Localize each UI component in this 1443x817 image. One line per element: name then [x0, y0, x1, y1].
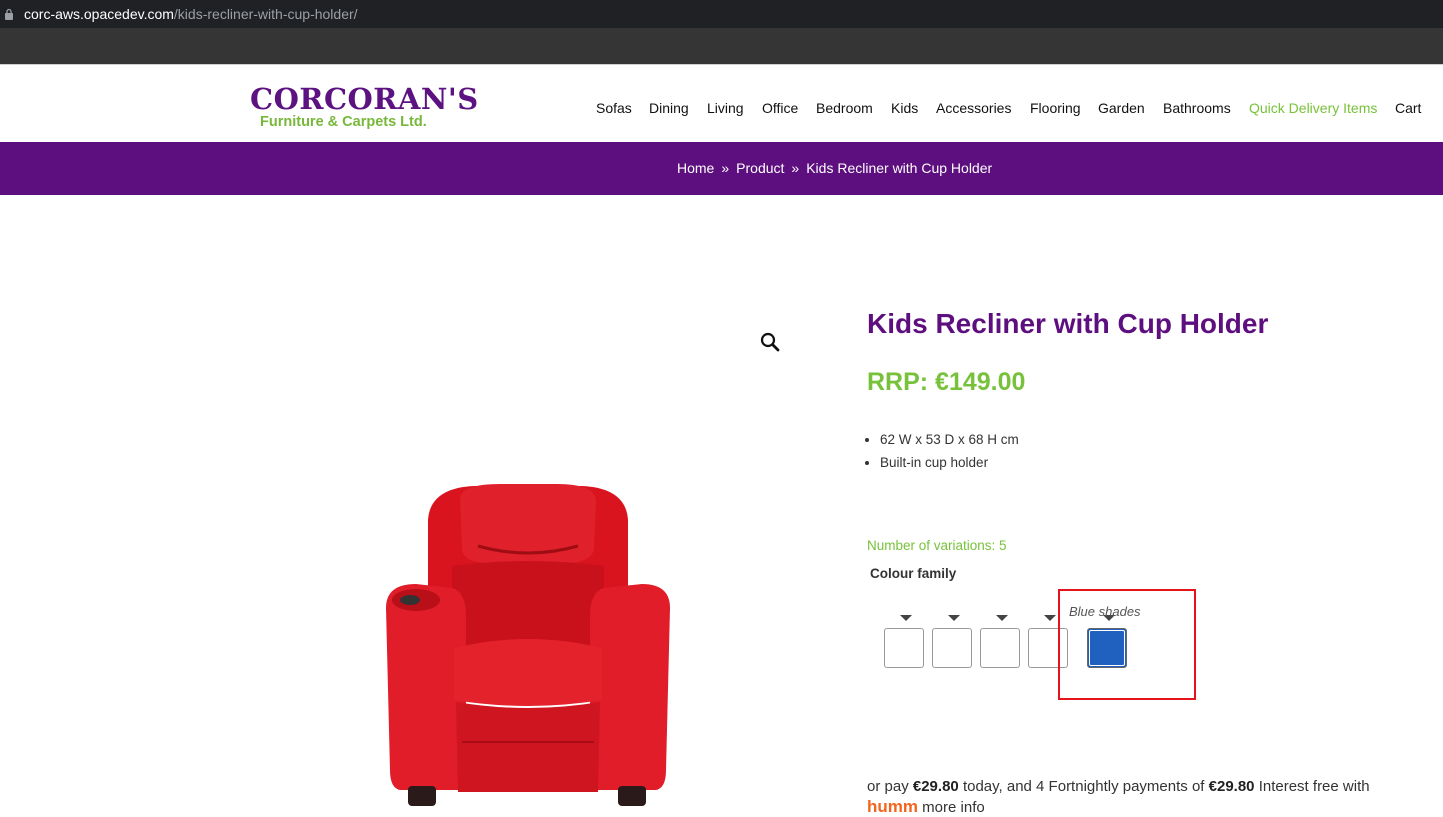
breadcrumb-home[interactable]: Home [677, 160, 714, 176]
pay-suffix: Interest free with [1258, 778, 1370, 795]
nav-garden[interactable]: Garden [1098, 100, 1145, 116]
site-header: CORCORAN'S Furniture & Carpets Ltd. Sofa… [0, 74, 1443, 143]
breadcrumb-band: Home » Product » Kids Recliner with Cup Hold… [0, 142, 1443, 195]
colour-swatch[interactable] [884, 613, 926, 671]
nav-kids[interactable]: Kids [891, 100, 918, 116]
breadcrumb-current: Kids Recliner with Cup Holder [806, 160, 993, 176]
browser-url-bar[interactable]: corc-aws.opacedev.com/kids-recliner-with… [0, 0, 1443, 28]
pay-installment-amount: €29.80 [1208, 778, 1255, 795]
nav-quick-delivery[interactable]: Quick Delivery Items [1249, 100, 1377, 116]
swatch-box[interactable] [932, 628, 972, 668]
breadcrumb-product[interactable]: Product [736, 160, 784, 176]
humm-more-info-link[interactable]: more info [922, 799, 985, 816]
breadcrumb-separator: » [791, 160, 800, 176]
product-title: Kids Recliner with Cup Holder [867, 308, 1269, 339]
url-path: /kids-recliner-with-cup-holder/ [173, 6, 358, 22]
payment-info: or pay €29.80 today, and 4 Fortnightly p… [867, 778, 1370, 795]
magnifier-icon[interactable] [760, 332, 780, 352]
nav-bedroom[interactable]: Bedroom [816, 100, 873, 116]
colour-swatch[interactable] [932, 613, 974, 671]
nav-sofas[interactable]: Sofas [596, 100, 632, 116]
swatch-arrow-icon [1044, 615, 1056, 621]
browser-toolbar [0, 28, 1443, 64]
nav-living[interactable]: Living [707, 100, 744, 116]
breadcrumb-separator: » [721, 160, 730, 176]
main-nav: Sofas Dining Living Office Bedroom Kids … [0, 74, 1443, 142]
annotation-highlight-box [1058, 589, 1196, 700]
swatch-box[interactable] [980, 628, 1020, 668]
swatch-arrow-icon [996, 615, 1008, 621]
product-image[interactable] [382, 480, 674, 807]
pay-prefix: or pay [867, 778, 909, 795]
pay-today-amount: €29.80 [912, 778, 959, 795]
nav-accessories[interactable]: Accessories [936, 100, 1011, 116]
product-price: RRP: €149.00 [867, 368, 1026, 396]
colour-family-label: Colour family [870, 566, 957, 581]
nav-cart[interactable]: Cart [1395, 100, 1421, 116]
variations-count: Number of variations: 5 [867, 538, 1007, 553]
swatch-box[interactable] [884, 628, 924, 668]
swatch-arrow-icon [948, 615, 960, 621]
nav-bathrooms[interactable]: Bathrooms [1163, 100, 1231, 116]
feature-item: Built-in cup holder [880, 455, 1019, 470]
url-host: corc-aws.opacedev.com [24, 6, 174, 22]
swatch-arrow-icon [900, 615, 912, 621]
pay-middle: today, and 4 Fortnightly payments of [962, 778, 1205, 795]
feature-list: 62 W x 53 D x 68 H cm Built-in cup holde… [866, 432, 1019, 478]
lock-icon [5, 8, 13, 20]
humm-row: humm more info [867, 797, 985, 817]
nav-dining[interactable]: Dining [649, 100, 689, 116]
feature-item: 62 W x 53 D x 68 H cm [880, 432, 1019, 447]
nav-office[interactable]: Office [762, 100, 798, 116]
breadcrumb: Home » Product » Kids Recliner with Cup Hold… [677, 160, 992, 176]
nav-flooring[interactable]: Flooring [1030, 100, 1081, 116]
url-text[interactable]: corc-aws.opacedev.com/kids-recliner-with… [24, 6, 358, 22]
colour-swatch[interactable] [980, 613, 1022, 671]
